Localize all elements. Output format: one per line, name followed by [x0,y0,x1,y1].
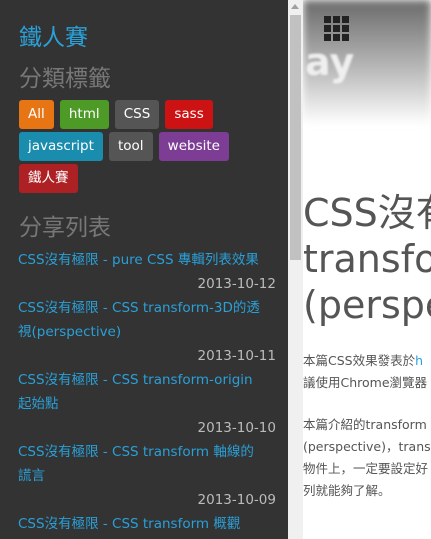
post-title-line: 視(perspective) [18,324,122,340]
post-title-line: CSS沒有極限 - CSS transform 概觀 [18,516,241,532]
post-title-link[interactable]: CSS沒有極限 - CSS transform-3D的透 視(perspecti… [18,296,270,344]
hero-text: ay [305,40,355,84]
sidebar-scrollbar[interactable] [288,0,303,539]
share-heading: 分享列表 [19,215,111,241]
post-title-link[interactable]: CSS沒有極限 - CSS transform 概觀 [18,512,270,536]
tag-html[interactable]: html [59,100,109,129]
article-title-line: CSS沒有 [303,191,431,235]
tag-javascript[interactable]: javascript [19,132,103,161]
article-title-line: (perspe [303,283,431,327]
post-title-line: CSS沒有極限 - pure CSS 專輯列表效果 [18,252,259,268]
paragraph-line: 本篇介紹的transform [303,417,427,432]
paragraph-link[interactable]: h [415,353,423,368]
tag-all[interactable]: All [19,100,54,129]
tag-ironman[interactable]: 鐵人賽 [19,164,78,193]
paragraph-line: (perspective)，trans [303,439,431,454]
post-item: CSS沒有極限 - CSS transform 概觀 [18,512,270,536]
paragraph-line: 物件上，一定要設定好 [303,461,429,476]
tag-css[interactable]: CSS [114,100,160,129]
sidebar: 鐵人賽 分類標籤 All html CSS sass javascript to… [0,0,288,539]
post-title-line: 起始點 [18,396,59,412]
post-item: CSS沒有極限 - CSS transform-origin 起始點 2013-… [18,368,276,440]
grid-menu-icon[interactable] [324,16,350,42]
tag-list: All html CSS sass javascript tool websit… [19,100,281,196]
post-item: CSS沒有極限 - CSS transform 軸線的 謊言 2013-10-0… [18,440,276,512]
tag-sass[interactable]: sass [165,100,213,129]
scrollbar-thumb[interactable] [290,15,301,260]
post-title-link[interactable]: CSS沒有極限 - pure CSS 專輯列表效果 [18,248,270,272]
post-title-line: CSS沒有極限 - CSS transform-origin [18,372,253,388]
post-item: CSS沒有極限 - pure CSS 專輯列表效果 2013-10-12 [18,248,276,296]
blog-title[interactable]: 鐵人賽 [19,24,88,52]
post-title-link[interactable]: CSS沒有極限 - CSS transform-origin 起始點 [18,368,270,416]
main-content: ay CSS沒有 transfo (perspe 本篇CSS效果發表於h 議使用… [303,0,431,539]
category-heading: 分類標籤 [19,66,111,92]
post-title-line: CSS沒有極限 - CSS transform 軸線的 [18,444,254,460]
scroll-up-arrow-icon[interactable] [291,4,299,9]
post-item: CSS沒有極限 - CSS transform-3D的透 視(perspecti… [18,296,276,368]
article-title: CSS沒有 transfo (perspe [303,190,431,328]
paragraph-line: 列就能夠了解。 [303,483,391,498]
post-title-line: 謊言 [18,468,45,484]
post-date: 2013-10-09 [197,492,276,508]
post-date: 2013-10-11 [197,348,276,364]
tag-website[interactable]: website [158,132,229,161]
post-date: 2013-10-10 [197,420,276,436]
paragraph-line: 議使用Chrome瀏覽器 [303,375,428,390]
post-title-line: CSS沒有極限 - CSS transform-3D的透 [18,300,260,316]
article-title-line: transfo [303,237,431,281]
post-date: 2013-10-12 [197,276,276,292]
article-paragraph: 本篇CSS效果發表於h 議使用Chrome瀏覽器 [303,350,431,394]
tag-tool[interactable]: tool [109,132,153,161]
paragraph-line: 本篇CSS效果發表於h [303,350,431,372]
paragraph-text: 本篇CSS效果發表於 [303,353,416,368]
post-title-link[interactable]: CSS沒有極限 - CSS transform 軸線的 謊言 [18,440,270,488]
article-paragraph: 本篇介紹的transform (perspective)，trans 物件上，一… [303,414,431,502]
